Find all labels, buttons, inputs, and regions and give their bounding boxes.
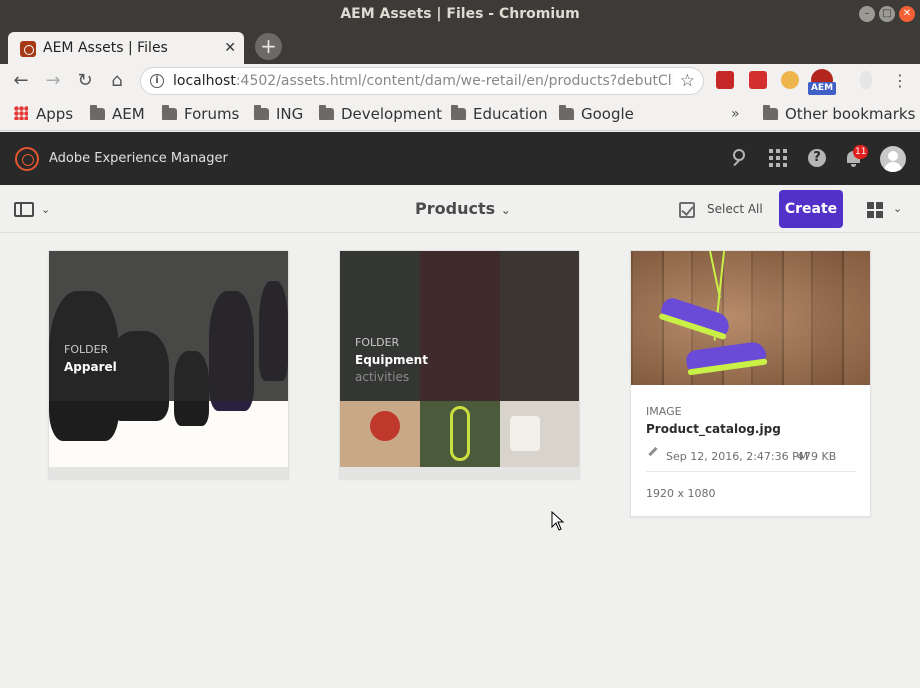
forward-icon[interactable]: → <box>42 70 64 92</box>
card-file-size: 479 KB <box>797 450 837 463</box>
back-icon[interactable]: ← <box>10 70 32 92</box>
aem-favicon-icon <box>20 41 36 57</box>
extension-mouse-icon[interactable] <box>860 71 872 89</box>
minimize-window-button[interactable]: – <box>859 6 875 22</box>
reload-icon[interactable]: ↻ <box>74 70 96 92</box>
close-tab-icon[interactable]: ✕ <box>224 32 236 64</box>
avatar[interactable] <box>880 146 906 172</box>
card-subtitle: activities <box>355 370 410 384</box>
card-title: Product_catalog.jpg <box>646 422 781 436</box>
bookmark-folder-development[interactable]: Development <box>319 98 442 130</box>
chevron-down-icon: ⌄ <box>500 203 511 217</box>
extension-aem-badge: AEM <box>808 82 836 95</box>
chevron-down-icon[interactable]: ⌄ <box>893 202 902 215</box>
search-icon[interactable] <box>728 146 752 170</box>
new-tab-button[interactable]: + <box>255 33 282 60</box>
asset-card-product-catalog[interactable]: IMAGE Product_catalog.jpg Sep 12, 2016, … <box>630 250 871 517</box>
bookmarks-bar: Apps AEM Forums ING Development Educatio… <box>0 98 920 131</box>
extension-todoist-icon[interactable] <box>749 71 767 89</box>
product-name[interactable]: Adobe Experience Manager <box>49 132 228 185</box>
folder-icon <box>319 105 334 120</box>
checkbox-icon[interactable] <box>679 202 695 218</box>
bookmark-folder-aem[interactable]: AEM <box>90 98 145 130</box>
rail-toggle-icon[interactable] <box>14 202 34 217</box>
home-icon[interactable]: ⌂ <box>106 70 128 92</box>
card-divider <box>646 471 856 472</box>
window-titlebar: AEM Assets | Files - Chromium – □ ✕ <box>0 0 920 28</box>
adobe-experience-manager-logo-icon[interactable] <box>15 147 39 171</box>
help-icon[interactable]: ? <box>805 146 829 170</box>
tab-title: AEM Assets | Files <box>43 40 168 56</box>
chevron-down-icon[interactable]: ⌄ <box>41 203 50 216</box>
folder-icon <box>559 105 574 120</box>
folder-icon <box>254 105 269 120</box>
card-view-icon[interactable] <box>867 202 883 218</box>
card-type: FOLDER <box>64 343 109 356</box>
card-type: FOLDER <box>355 336 400 349</box>
card-dimensions: 1920 x 1080 <box>646 487 716 500</box>
page-title[interactable]: Products ⌄ <box>415 185 511 234</box>
extension-cookie-icon[interactable] <box>781 71 799 89</box>
tab-strip: AEM Assets | Files ✕ + <box>0 28 920 64</box>
browser-toolbar: ← → ↻ ⌂ i localhost:4502/assets.html/con… <box>0 64 920 98</box>
bookmark-folder-forums[interactable]: Forums <box>162 98 239 130</box>
url-text[interactable]: localhost:4502/assets.html/content/dam/w… <box>173 68 673 94</box>
folder-icon <box>90 105 105 120</box>
solutions-grid-icon[interactable] <box>766 146 790 170</box>
card-title: Apparel <box>64 360 117 374</box>
edit-icon <box>648 446 658 457</box>
card-type: IMAGE <box>646 405 682 418</box>
bookmark-other-bookmarks[interactable]: Other bookmarks <box>763 98 915 130</box>
select-all-button[interactable]: Select All <box>707 185 763 233</box>
star-icon[interactable]: ☆ <box>680 68 695 94</box>
window-title: AEM Assets | Files - Chromium <box>340 6 580 22</box>
asset-card-apparel[interactable]: FOLDER Apparel <box>48 250 289 479</box>
folder-icon <box>451 105 466 120</box>
folder-icon <box>763 105 778 120</box>
extension-lastpass-icon[interactable] <box>716 71 734 89</box>
bookmarks-overflow-button[interactable]: » <box>731 98 740 130</box>
card-modified-date: Sep 12, 2016, 2:47:36 PM <box>666 450 809 463</box>
apps-grid-icon <box>14 106 28 120</box>
folder-icon <box>162 105 177 120</box>
create-button[interactable]: Create <box>779 190 843 228</box>
close-window-button[interactable]: ✕ <box>899 6 915 22</box>
bookmark-apps[interactable]: Apps <box>14 98 73 130</box>
card-title: Equipment <box>355 353 428 367</box>
mouse-pointer-icon <box>551 511 565 531</box>
browser-menu-icon[interactable]: ⋮ <box>890 70 910 92</box>
bookmark-folder-ing[interactable]: ING <box>254 98 303 130</box>
tab-aem-assets[interactable]: AEM Assets | Files ✕ <box>8 32 244 64</box>
info-icon[interactable]: i <box>150 74 164 88</box>
bookmark-folder-google[interactable]: Google <box>559 98 634 130</box>
bookmark-folder-education[interactable]: Education <box>451 98 548 130</box>
aem-shell-header: Adobe Experience Manager ? <box>0 132 920 185</box>
maximize-window-button[interactable]: □ <box>879 6 895 22</box>
address-bar[interactable]: i localhost:4502/assets.html/content/dam… <box>140 67 704 95</box>
image-thumbnail <box>631 251 870 385</box>
folder-thumbnail: FOLDER Apparel <box>49 251 288 467</box>
folder-thumbnail: FOLDER Equipment activities <box>340 251 579 467</box>
asset-card-equipment[interactable]: FOLDER Equipment activities <box>339 250 580 479</box>
